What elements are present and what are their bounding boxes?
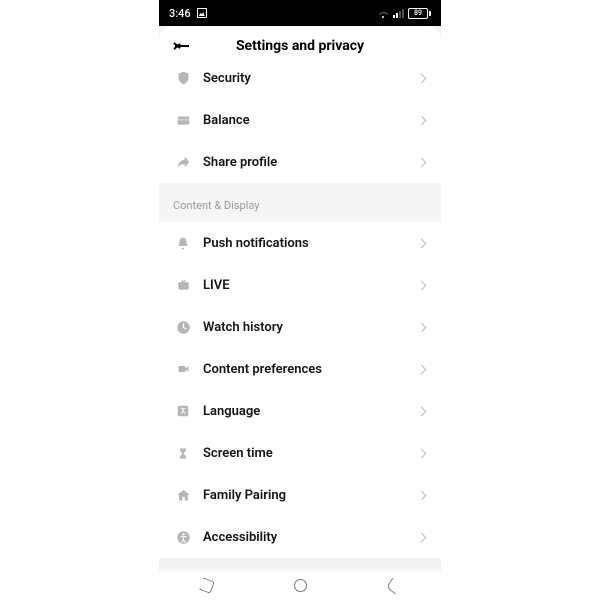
row-label: Screen time bbox=[193, 446, 418, 461]
nav-recent-button[interactable] bbox=[186, 575, 226, 597]
row-watch-history[interactable]: Watch history bbox=[159, 306, 441, 348]
row-label: Push notifications bbox=[193, 236, 418, 251]
chevron-right-icon bbox=[417, 490, 427, 500]
chevron-right-icon bbox=[417, 364, 427, 374]
recent-apps-icon bbox=[198, 577, 215, 594]
bell-icon bbox=[173, 233, 193, 253]
row-label: Balance bbox=[193, 113, 418, 128]
row-label: Language bbox=[193, 404, 418, 419]
row-security[interactable]: Security bbox=[159, 66, 441, 99]
row-push-notifications[interactable]: Push notifications bbox=[159, 222, 441, 264]
row-live[interactable]: LIVE bbox=[159, 264, 441, 306]
page-title: Settings and privacy bbox=[159, 38, 441, 54]
status-bar: 3:46 89 bbox=[159, 0, 441, 26]
system-navbar bbox=[159, 570, 441, 600]
row-language[interactable]: Language bbox=[159, 390, 441, 432]
video-icon bbox=[173, 359, 193, 379]
hourglass-icon bbox=[173, 443, 193, 463]
row-label: Content preferences bbox=[193, 362, 418, 377]
chevron-right-icon bbox=[417, 532, 427, 542]
row-label: LIVE bbox=[193, 278, 418, 293]
signal-icon bbox=[393, 8, 404, 18]
phone-frame: 3:46 89 Settings and privacy Security bbox=[159, 0, 441, 600]
status-time: 3:46 bbox=[169, 7, 191, 20]
chevron-right-icon bbox=[417, 322, 427, 332]
gallery-icon bbox=[197, 8, 207, 18]
shield-icon bbox=[173, 68, 193, 88]
row-accessibility[interactable]: Accessibility bbox=[159, 516, 441, 558]
app-header: Settings and privacy bbox=[159, 26, 441, 66]
row-label: Security bbox=[193, 71, 418, 86]
home-circle-icon bbox=[294, 579, 307, 592]
account-section: Security Balance Share profile bbox=[159, 66, 441, 183]
section-header-content-display: Content & Display bbox=[159, 183, 441, 222]
chevron-right-icon bbox=[417, 238, 427, 248]
chevron-right-icon bbox=[417, 115, 427, 125]
row-family-pairing[interactable]: Family Pairing bbox=[159, 474, 441, 516]
row-label: Accessibility bbox=[193, 530, 418, 545]
row-label: Family Pairing bbox=[193, 488, 418, 503]
language-icon bbox=[173, 401, 193, 421]
battery-indicator: 89 bbox=[408, 8, 431, 19]
home-icon bbox=[173, 485, 193, 505]
nav-back-button[interactable] bbox=[374, 575, 414, 597]
accessibility-icon bbox=[173, 527, 193, 547]
wallet-icon bbox=[173, 110, 193, 130]
back-button[interactable] bbox=[165, 29, 199, 63]
chevron-right-icon bbox=[417, 448, 427, 458]
chevron-right-icon bbox=[417, 280, 427, 290]
settings-scroll[interactable]: Security Balance Share profile Content &… bbox=[159, 66, 441, 570]
live-icon bbox=[173, 275, 193, 295]
share-icon bbox=[173, 152, 193, 172]
chevron-right-icon bbox=[417, 406, 427, 416]
row-content-preferences[interactable]: Content preferences bbox=[159, 348, 441, 390]
battery-level: 89 bbox=[408, 8, 428, 19]
chevron-right-icon bbox=[417, 73, 427, 83]
chevron-right-icon bbox=[417, 157, 427, 167]
clock-icon bbox=[173, 317, 193, 337]
nav-home-button[interactable] bbox=[280, 575, 320, 597]
row-screen-time[interactable]: Screen time bbox=[159, 432, 441, 474]
arrow-left-icon bbox=[175, 45, 189, 47]
row-balance[interactable]: Balance bbox=[159, 99, 441, 141]
row-label: Watch history bbox=[193, 320, 418, 335]
wifi-icon bbox=[377, 8, 389, 18]
content-display-section: Push notifications LIVE Watch history bbox=[159, 222, 441, 558]
row-share-profile[interactable]: Share profile bbox=[159, 141, 441, 183]
back-icon bbox=[386, 577, 403, 594]
row-label: Share profile bbox=[193, 155, 418, 170]
